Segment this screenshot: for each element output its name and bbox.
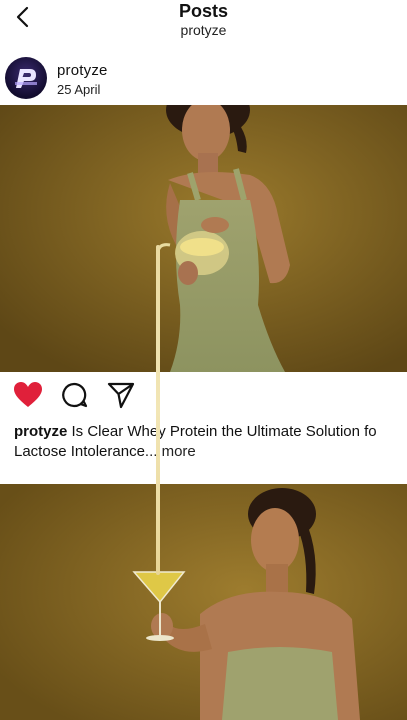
post-photo[interactable] (0, 105, 407, 372)
more-link[interactable]: ... more (145, 443, 196, 460)
like-heart-icon[interactable] (13, 381, 43, 409)
woman-pouring-drink-image (0, 105, 407, 372)
caption-text-line1: Is Clear Whey Protein the Ultimate Solut… (67, 423, 377, 440)
pouring-stream (156, 245, 160, 575)
comment-icon[interactable] (60, 381, 88, 409)
post-date: 25 April (57, 82, 101, 97)
page-subtitle: protyze (180, 22, 227, 38)
caption-username[interactable]: protyze (14, 423, 67, 440)
caption-text-line2: Lactose Intolerance (14, 443, 145, 460)
post-caption: protyze Is Clear Whey Protein the Ultima… (14, 422, 407, 442)
woman-holding-glass-image (0, 484, 407, 720)
post-username[interactable]: protyze (57, 62, 108, 79)
protyze-logo-icon (15, 69, 37, 88)
caption-line2: Lactose Intolerance... more (14, 442, 196, 462)
page-title: Posts (178, 1, 229, 21)
share-paper-plane-icon[interactable] (106, 380, 136, 410)
avatar[interactable] (5, 57, 47, 99)
post-photo-2[interactable] (0, 484, 407, 720)
